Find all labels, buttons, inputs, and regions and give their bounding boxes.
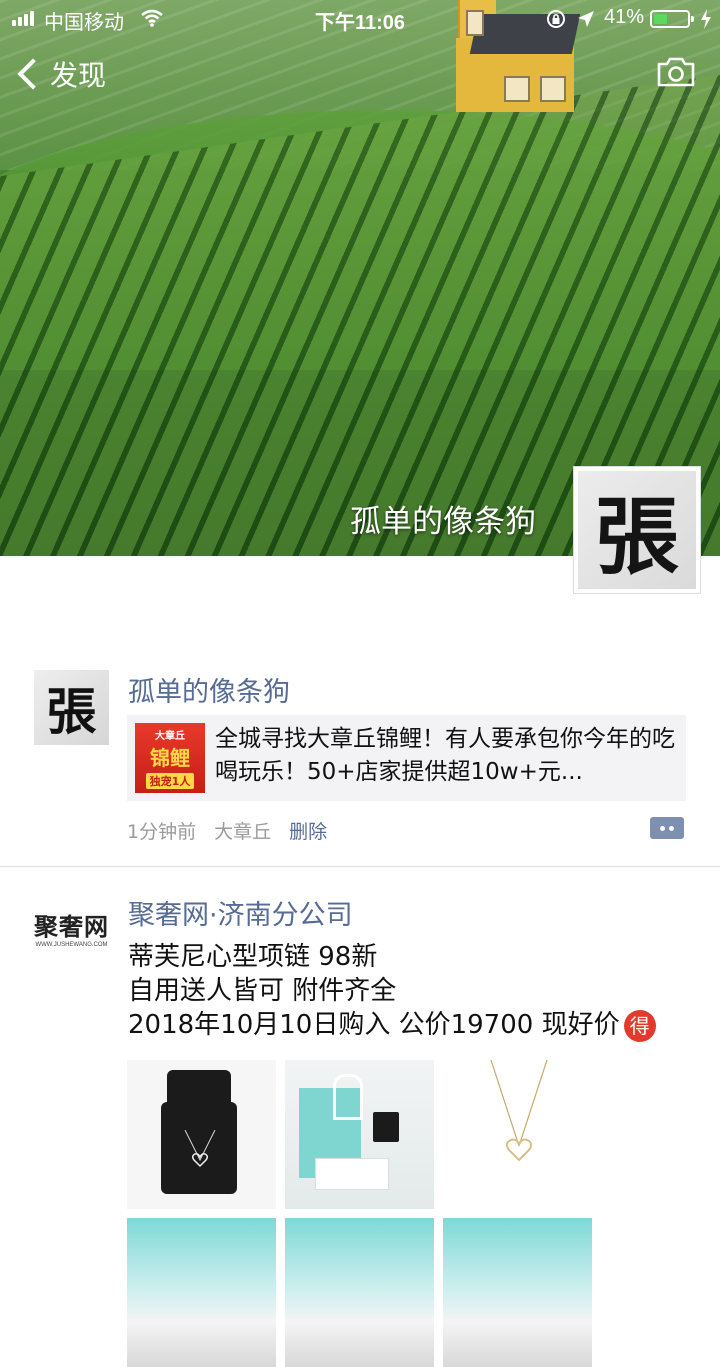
post-photo[interactable]	[127, 1060, 276, 1209]
post-text: 蒂芙尼心型项链 98新 自用送人皆可 附件齐全 2018年10月10日购入 公价…	[128, 940, 688, 1042]
post-text-line: 自用送人皆可 附件齐全	[128, 976, 397, 1006]
profile-name[interactable]: 孤单的像条狗	[350, 496, 536, 541]
necklace-heart-icon	[490, 1060, 548, 1162]
post-time: 1分钟前	[127, 821, 197, 843]
post-photo[interactable]	[443, 1218, 592, 1367]
comment-more-icon[interactable]	[650, 817, 684, 839]
chevron-left-icon	[17, 58, 49, 90]
battery-icon	[650, 10, 694, 28]
back-button[interactable]: 发现	[12, 52, 106, 96]
profile-avatar-char: 張	[578, 471, 696, 589]
post-photo[interactable]	[285, 1218, 434, 1367]
battery-fill	[654, 14, 667, 24]
shared-link-card[interactable]: 大章丘 锦鲤 独宠1人 全城寻找大章丘锦鲤！有人要承包你今年的吃喝玩乐！50+店…	[127, 715, 686, 801]
camera-icon[interactable]	[656, 56, 696, 88]
back-label: 发现	[50, 59, 107, 92]
post-text-line: 2018年10月10日购入 公价19700 现好价得	[128, 1008, 688, 1042]
post-text-line: 蒂芙尼心型项链 98新	[128, 942, 378, 972]
post-author[interactable]: 聚奢网·济南分公司	[128, 893, 353, 932]
link-title: 全城寻找大章丘锦鲤！有人要承包你今年的吃喝玩乐！50+店家提供超10w+元...	[215, 726, 675, 785]
delete-link[interactable]: 删除	[289, 817, 327, 844]
post-photo[interactable]	[443, 1060, 592, 1209]
link-thumbnail: 大章丘 锦鲤 独宠1人	[135, 723, 205, 793]
post-author[interactable]: 孤单的像条狗	[128, 670, 290, 709]
thumb-bottom-text: 独宠1人	[145, 773, 195, 789]
status-bar: 中国移动 下午11:06 41%	[0, 0, 720, 38]
logo-subtext: WWW.JUSHEWANG.COM	[35, 942, 108, 948]
post-photo[interactable]	[127, 1218, 276, 1367]
post-divider	[0, 866, 720, 867]
avatar[interactable]: 聚奢网 WWW.JUSHEWANG.COM	[34, 890, 109, 965]
orientation-lock-icon	[547, 10, 565, 28]
post-meta: 1分钟前 大章丘 删除	[127, 817, 327, 844]
logo-text: 聚奢网	[34, 914, 109, 941]
charging-bolt-icon	[701, 9, 711, 29]
post-text-line-content: 2018年10月10日购入 公价19700 现好价	[128, 1010, 620, 1040]
location-arrow-icon	[578, 11, 594, 27]
thumb-top-text: 大章丘	[155, 731, 185, 742]
post-photo[interactable]	[285, 1060, 434, 1209]
profile-avatar[interactable]: 張	[573, 466, 701, 594]
thumb-main-text: 锦鲤	[150, 746, 190, 770]
de-emoji-icon: 得	[623, 1009, 656, 1042]
battery-percent: 41%	[604, 6, 645, 28]
necklace-heart-icon	[184, 1130, 216, 1168]
post-location: 大章丘	[214, 821, 272, 843]
avatar[interactable]: 張	[34, 670, 109, 745]
